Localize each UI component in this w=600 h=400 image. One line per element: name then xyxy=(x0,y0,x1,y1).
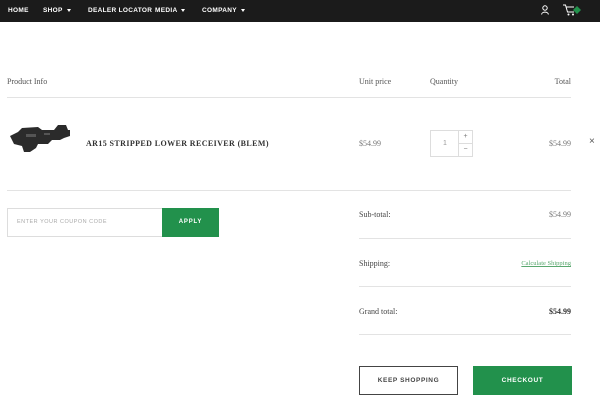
nav-home[interactable]: HOME xyxy=(8,5,29,17)
nav-media-label: MEDIA xyxy=(155,7,178,14)
nav-shop[interactable]: SHOP xyxy=(43,5,71,17)
header-quantity: Quantity xyxy=(430,77,458,86)
checkout-button[interactable]: CHECKOUT xyxy=(473,366,572,395)
product-name[interactable]: AR15 STRIPPED LOWER RECEIVER (BLEM) xyxy=(86,139,269,148)
header-total: Total xyxy=(554,77,571,86)
apply-coupon-button[interactable]: APPLY xyxy=(162,208,219,237)
product-image[interactable] xyxy=(8,122,72,156)
top-nav: HOME SHOP DEALER LOCATOR MEDIA COMPANY xyxy=(0,0,600,22)
quantity-stepper[interactable]: 1 + − xyxy=(430,130,473,157)
shipping-label: Shipping: xyxy=(359,259,391,268)
divider xyxy=(7,190,571,191)
chevron-down-icon xyxy=(240,8,245,12)
chevron-down-icon xyxy=(66,8,71,12)
cart-icon[interactable] xyxy=(562,3,582,17)
close-icon[interactable]: × xyxy=(589,137,595,147)
coupon-input[interactable]: ENTER YOUR COUPON CODE xyxy=(7,208,163,237)
divider xyxy=(359,334,571,335)
subtotal-label: Sub-total: xyxy=(359,210,391,219)
nav-media[interactable]: MEDIA xyxy=(155,5,186,17)
nav-company[interactable]: COMPANY xyxy=(202,5,245,17)
unit-price-value: $54.99 xyxy=(359,139,381,148)
divider xyxy=(359,286,571,287)
quantity-decrease-button[interactable]: − xyxy=(458,143,472,156)
nav-dealer-locator-label: DEALER LOCATOR xyxy=(88,7,153,14)
grand-total-value: $54.99 xyxy=(549,307,571,316)
calculate-shipping-link[interactable]: Calculate Shipping xyxy=(521,260,571,267)
row-total-value: $54.99 xyxy=(549,139,571,148)
header-product-info: Product Info xyxy=(7,77,48,86)
header-unit-price: Unit price xyxy=(359,77,392,86)
grand-total-label: Grand total: xyxy=(359,307,398,316)
quantity-input[interactable]: 1 xyxy=(431,131,459,156)
divider xyxy=(7,97,571,98)
keep-shopping-button[interactable]: KEEP SHOPPING xyxy=(359,366,458,395)
subtotal-value: $54.99 xyxy=(549,210,571,219)
chevron-down-icon xyxy=(181,8,186,12)
nav-company-label: COMPANY xyxy=(202,7,237,14)
quantity-increase-button[interactable]: + xyxy=(458,131,472,144)
nav-dealer-locator[interactable]: DEALER LOCATOR xyxy=(88,5,152,17)
user-icon[interactable] xyxy=(541,5,549,15)
nav-shop-label: SHOP xyxy=(43,7,63,14)
nav-home-label: HOME xyxy=(8,7,29,14)
divider xyxy=(359,238,571,239)
